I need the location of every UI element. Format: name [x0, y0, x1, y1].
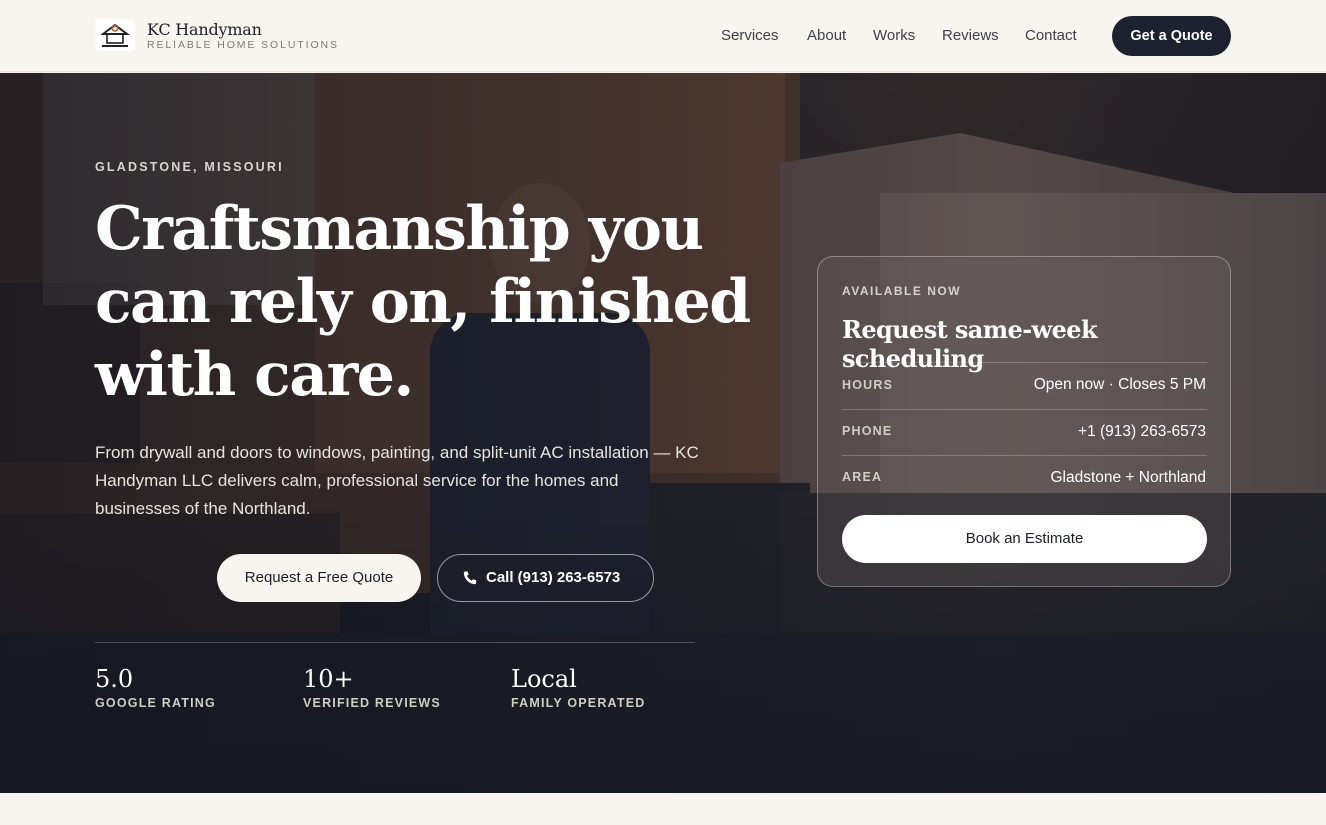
stat-local-label: FAMILY OPERATED — [511, 696, 646, 710]
hero-eyebrow: GLADSTONE, MISSOURI — [95, 160, 284, 174]
phone-value[interactable]: +1 (913) 263-6573 — [1078, 423, 1206, 441]
hero-section: GLADSTONE, MISSOURI Craftsmanship you ca… — [0, 73, 1326, 793]
stats-divider — [95, 642, 695, 643]
card-eyebrow: AVAILABLE NOW — [842, 284, 962, 298]
nav-about[interactable]: About — [807, 27, 846, 44]
brand-name[interactable]: KC Handyman — [147, 20, 262, 39]
stat-reviews-label: VERIFIED REVIEWS — [303, 696, 441, 710]
stat-local-value: Local — [511, 665, 577, 693]
phone-label: PHONE — [842, 424, 893, 438]
area-label: AREA — [842, 470, 883, 484]
hero-headline: Craftsmanship you can rely on, finished … — [95, 194, 751, 410]
scheduling-card: AVAILABLE NOW Request same-week scheduli… — [817, 256, 1231, 587]
stat-reviews-value: 10+ — [303, 665, 354, 693]
hero-description: From drywall and doors to windows, paint… — [95, 443, 699, 518]
card-divider — [842, 409, 1207, 410]
nav-contact[interactable]: Contact — [1025, 27, 1077, 44]
nav-services[interactable]: Services — [721, 27, 779, 44]
nav-reviews[interactable]: Reviews — [942, 27, 999, 44]
site-header: KC Handyman RELIABLE HOME SOLUTIONS Serv… — [0, 0, 1326, 72]
book-estimate-button[interactable]: Book an Estimate — [842, 515, 1207, 563]
area-value: Gladstone + Northland — [1050, 469, 1206, 486]
nav-works[interactable]: Works — [873, 27, 915, 44]
call-button[interactable]: Call (913) 263-6573 — [437, 554, 654, 602]
stat-rating-value: 5.0 — [95, 665, 134, 693]
hours-label: HOURS — [842, 378, 894, 392]
brand-tagline: RELIABLE HOME SOLUTIONS — [147, 39, 339, 51]
get-quote-button[interactable]: Get a Quote — [1112, 16, 1231, 56]
card-title: Request same-week scheduling — [842, 315, 1098, 373]
card-divider — [842, 455, 1207, 456]
request-free-quote-button[interactable]: Request a Free Quote — [217, 554, 421, 602]
card-divider — [842, 362, 1207, 363]
next-section-edge — [0, 793, 1326, 825]
hours-value: Open now · Closes 5 PM — [1033, 376, 1206, 393]
brand-logo-icon[interactable] — [95, 19, 135, 51]
phone-icon — [463, 571, 477, 585]
stat-rating-label: GOOGLE RATING — [95, 696, 216, 710]
call-button-label: Call (913) 263-6573 — [486, 569, 621, 586]
